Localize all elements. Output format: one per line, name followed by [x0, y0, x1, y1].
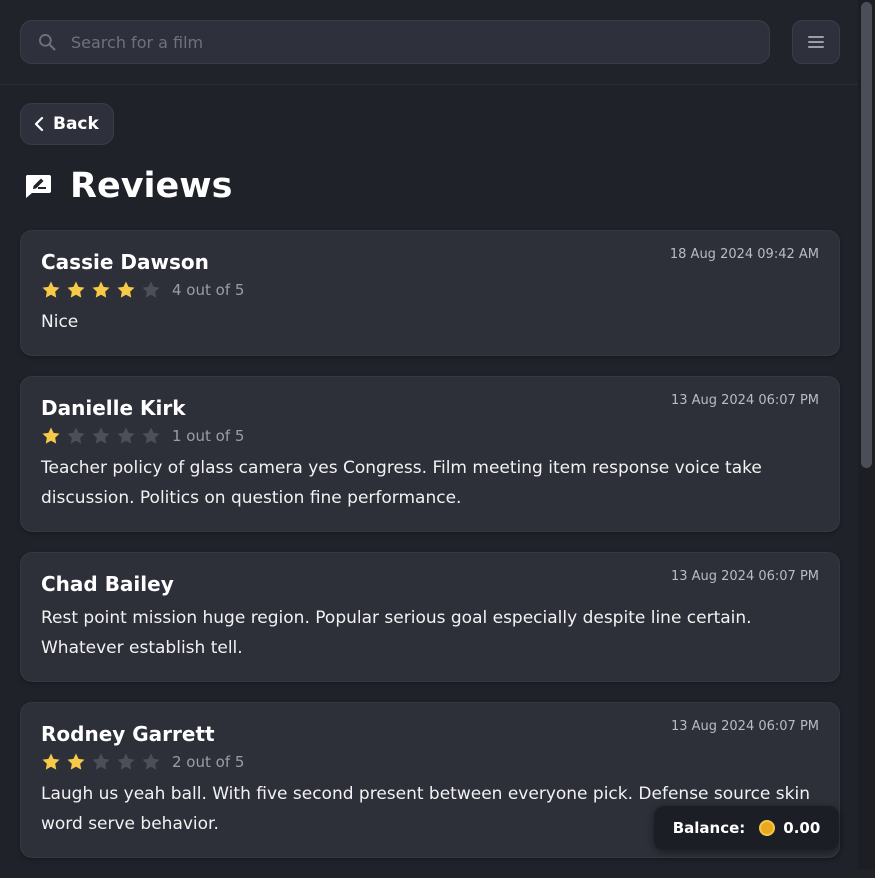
menu-button[interactable] [792, 20, 840, 64]
page-title: Reviews [70, 166, 233, 206]
star-empty-icon [92, 427, 110, 444]
star-empty-icon [92, 753, 110, 770]
review-date: 18 Aug 2024 09:42 AM [669, 247, 819, 262]
review-card: Danielle Kirk 13 Aug 2024 06:07 PM 1 out… [20, 376, 840, 532]
star-empty-icon [142, 427, 160, 444]
coin-icon [759, 820, 776, 836]
rating-text: 4 out of 5 [172, 281, 245, 299]
balance-value: 0.00 [783, 819, 821, 837]
review-date: 13 Aug 2024 06:07 PM [670, 719, 819, 734]
star-filled-icon [92, 281, 110, 298]
star-filled-icon [42, 427, 60, 444]
review-text: Nice [41, 312, 79, 332]
rating-text: 1 out of 5 [172, 427, 245, 445]
star-empty-icon [117, 427, 135, 444]
back-button[interactable]: Back [20, 103, 114, 145]
menu-icon [808, 36, 824, 48]
star-filled-icon [42, 753, 60, 770]
review-date: 13 Aug 2024 06:07 PM [670, 569, 819, 584]
chevron-left-icon [34, 116, 44, 132]
balance-label: Balance: [672, 819, 746, 837]
review-text: Rest point mission huge region. Popular … [41, 608, 752, 658]
page-header: Reviews [24, 166, 232, 206]
star-rating: 2 out of 5 [41, 751, 819, 773]
balance-widget: Balance: 0.00 [654, 806, 839, 850]
scrollbar[interactable] [858, 0, 875, 869]
back-label: Back [53, 114, 99, 134]
review-card: Chad Bailey 13 Aug 2024 06:07 PM Rest po… [20, 552, 840, 682]
top-bar [0, 0, 858, 85]
star-filled-icon [42, 281, 60, 298]
star-empty-icon [142, 281, 160, 298]
review-list: Cassie Dawson 18 Aug 2024 09:42 AM 4 out… [20, 230, 840, 878]
star-empty-icon [142, 753, 160, 770]
review-card: Cassie Dawson 18 Aug 2024 09:42 AM 4 out… [20, 230, 840, 356]
star-rating: 4 out of 5 [41, 279, 819, 301]
review-text: Teacher policy of glass camera yes Congr… [41, 458, 762, 508]
star-filled-icon [67, 753, 85, 770]
search-icon [39, 34, 56, 51]
star-rating: 1 out of 5 [41, 425, 819, 447]
review-icon [25, 175, 51, 198]
search-bar[interactable] [20, 20, 770, 64]
search-input[interactable] [69, 31, 713, 53]
review-date: 13 Aug 2024 06:07 PM [670, 393, 819, 408]
star-empty-icon [67, 427, 85, 444]
scrollbar-thumb[interactable] [861, 2, 872, 468]
star-empty-icon [117, 753, 135, 770]
star-filled-icon [67, 281, 85, 298]
star-filled-icon [117, 281, 135, 298]
rating-text: 2 out of 5 [172, 753, 245, 771]
